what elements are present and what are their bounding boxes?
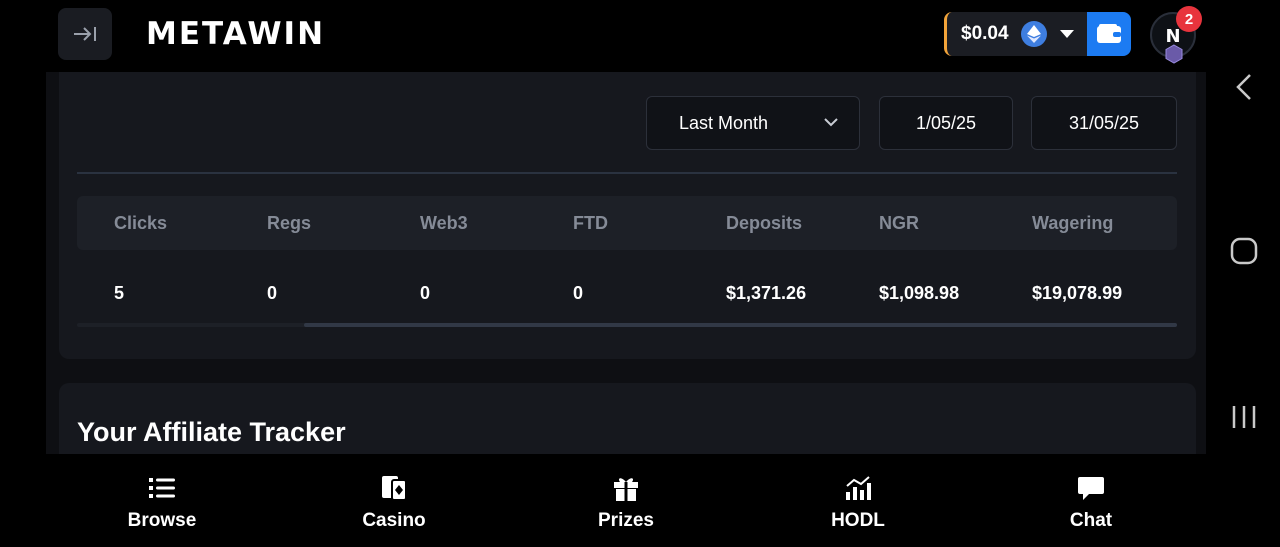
currency-dropdown-caret-icon[interactable] — [1059, 28, 1075, 40]
column-header-regs: Regs — [267, 213, 312, 233]
recents-icon[interactable] — [1228, 402, 1260, 432]
nav-label-browse: Browse — [127, 510, 197, 531]
column-header-ftd: FTD — [573, 213, 608, 233]
notification-badge[interactable]: 2 — [1176, 6, 1202, 32]
sidebar-toggle-button[interactable] — [58, 8, 112, 60]
svg-text:N: N — [1165, 26, 1180, 46]
nav-label-chat: Chat — [1069, 510, 1113, 531]
wallet-icon — [1097, 24, 1121, 43]
back-icon[interactable] — [1228, 72, 1260, 102]
nav-label-casino: Casino — [362, 510, 426, 531]
metawin-logo[interactable]: METAWIN — [146, 14, 325, 54]
section-title: Your Affiliate Tracker — [77, 417, 346, 447]
nav-item-chat[interactable]: Chat — [1011, 474, 1171, 538]
column-header-wagering: Wagering — [1032, 213, 1114, 233]
list-icon — [149, 478, 175, 498]
stats-table-header: Clicks Regs Web3 FTD Deposits NGR Wageri… — [77, 196, 1177, 250]
table-cell-deposits: $1,371.26 — [726, 283, 807, 303]
table-cell-clicks: 5 — [114, 283, 125, 303]
screen: METAWIN $0.04 N 2 Last Month 1/05/25 31/… — [0, 0, 1280, 547]
eth-icon — [1021, 21, 1047, 47]
horizontal-scrollbar[interactable] — [77, 323, 1177, 327]
column-header-clicks: Clicks — [114, 213, 168, 233]
system-nav-bar — [1206, 0, 1280, 547]
chat-bubble-icon — [1078, 477, 1104, 500]
date-to-field[interactable]: 31/05/25 — [1031, 96, 1177, 150]
chart-icon — [846, 476, 871, 500]
table-cell-ngr: $1,098.98 — [879, 283, 960, 303]
column-header-deposits: Deposits — [726, 213, 803, 233]
top-bar: METAWIN $0.04 N 2 — [0, 0, 1206, 72]
nav-item-prizes[interactable]: Prizes — [546, 474, 706, 538]
main-content: Last Month 1/05/25 31/05/25 Clicks Regs … — [46, 72, 1206, 454]
wallet-button[interactable] — [1087, 12, 1131, 56]
gift-icon — [614, 478, 638, 501]
bottom-nav: Browse Casino Prizes HODL Chat — [46, 454, 1206, 547]
wallet-widget[interactable]: $0.04 — [944, 12, 1131, 56]
date-from-field[interactable]: 1/05/25 — [879, 96, 1013, 150]
table-cell-regs: 0 — [267, 283, 278, 303]
column-header-ngr: NGR — [879, 213, 919, 233]
chevron-down-icon — [824, 118, 838, 127]
nav-item-casino[interactable]: Casino — [314, 474, 474, 538]
period-select-value: Last Month — [679, 113, 769, 133]
expand-sidebar-icon — [74, 27, 96, 41]
cards-icon — [382, 476, 407, 501]
column-header-web3: Web3 — [420, 213, 468, 233]
period-select[interactable]: Last Month — [646, 96, 860, 150]
level-badge-icon — [1165, 44, 1183, 64]
table-cell-wagering: $19,078.99 — [1032, 283, 1123, 303]
scrollbar-thumb[interactable] — [304, 323, 1177, 327]
home-icon[interactable] — [1228, 236, 1260, 266]
balance-amount[interactable]: $0.04 — [961, 12, 1009, 56]
nav-item-hodl[interactable]: HODL — [778, 474, 938, 538]
table-cell-web3: 0 — [420, 283, 431, 303]
divider — [77, 172, 1177, 174]
stats-card: Last Month 1/05/25 31/05/25 Clicks Regs … — [59, 72, 1196, 359]
affiliate-tracker-card: Your Affiliate Tracker — [59, 383, 1196, 454]
nav-label-hodl: HODL — [831, 510, 885, 531]
nav-label-prizes: Prizes — [598, 510, 654, 531]
table-cell-ftd: 0 — [573, 283, 584, 303]
nav-item-browse[interactable]: Browse — [82, 474, 242, 538]
